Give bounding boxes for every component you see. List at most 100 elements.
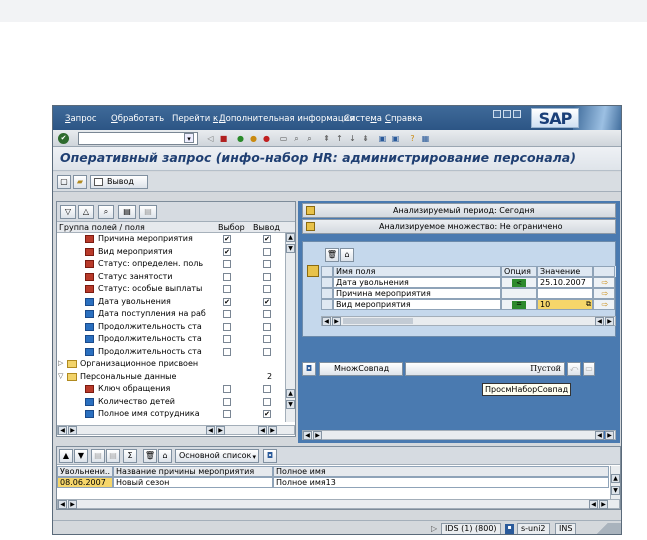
menu-item-system[interactable]: Система xyxy=(344,114,382,124)
next-page-icon[interactable]: ↓ xyxy=(347,133,358,144)
hit-row[interactable]: 08.06.2007 Новый сезон Полное имя13 xyxy=(57,477,609,488)
scroll-left-icon[interactable]: ◀ xyxy=(322,317,331,326)
scroll-right-icon[interactable]: ▶ xyxy=(68,426,77,435)
tree-row[interactable]: Статус занятости xyxy=(57,272,285,283)
row-selector[interactable] xyxy=(321,299,333,310)
select-checkbox[interactable] xyxy=(223,272,231,281)
enter-check-icon[interactable]: ✔ xyxy=(58,133,69,144)
print-icon[interactable]: ▭ xyxy=(278,133,289,144)
collapse-all-icon[interactable]: △ xyxy=(78,205,94,219)
hit-hscroll[interactable]: ◀ ▶ ◀ ▶ xyxy=(57,499,620,509)
save-icon[interactable]: ■ xyxy=(218,133,229,144)
scroll-down-icon[interactable]: ▼ xyxy=(286,244,295,253)
find-icon[interactable]: ⌕ xyxy=(291,133,302,144)
multiple-selection-icon[interactable]: ⇨ xyxy=(593,288,615,299)
match-set-button[interactable]: МножСовпад xyxy=(319,362,403,376)
period-bar[interactable]: Анализируемый период: Сегодня xyxy=(302,203,616,218)
scroll-left-icon[interactable]: ◀ xyxy=(589,500,598,509)
scroll-thumb[interactable] xyxy=(343,318,413,324)
panel-hscroll[interactable]: ◀ ▶ ◀ ▶ xyxy=(302,430,616,440)
nav-back-small-icon[interactable]: ◁ xyxy=(205,133,216,144)
output-checkbox[interactable]: ✔ xyxy=(263,297,271,306)
refresh-icon[interactable]: ◘ xyxy=(263,449,277,463)
tree-row[interactable]: Дата поступления на раб xyxy=(57,309,285,320)
expand-icon[interactable]: ▷ xyxy=(58,359,63,367)
row-selector[interactable] xyxy=(321,288,333,299)
tech-names-icon[interactable]: ▤ xyxy=(118,205,136,219)
scroll-left-icon[interactable]: ◀ xyxy=(58,500,67,509)
scroll-right-icon[interactable]: ▶ xyxy=(605,431,614,440)
maximize-icon[interactable] xyxy=(503,110,511,118)
cell-option[interactable] xyxy=(501,288,537,299)
scroll-right-icon[interactable]: ▶ xyxy=(68,500,77,509)
filter-icon[interactable]: ▼ xyxy=(74,449,88,463)
tree-row[interactable]: Дата увольнения ✔ ✔ xyxy=(57,297,285,308)
cell-value[interactable]: 25.10.2007 xyxy=(537,277,593,288)
scroll-left-icon[interactable]: ◀ xyxy=(303,431,312,440)
output-checkbox[interactable] xyxy=(263,385,271,393)
select-options-icon[interactable]: ⌂ xyxy=(340,248,354,262)
scroll-right-icon[interactable]: ▶ xyxy=(332,317,341,326)
scroll-right-icon[interactable]: ▶ xyxy=(216,426,225,435)
scroll-left-icon[interactable]: ◀ xyxy=(206,426,215,435)
cell-option[interactable]: < xyxy=(501,277,537,288)
output-checkbox[interactable] xyxy=(263,260,271,268)
select-checkbox[interactable] xyxy=(223,335,231,343)
multiple-selection-icon[interactable]: ⇨ xyxy=(593,299,615,310)
scroll-right-icon[interactable]: ▶ xyxy=(599,500,608,509)
select-checkbox[interactable]: ✔ xyxy=(223,247,231,256)
select-checkbox[interactable] xyxy=(223,385,231,393)
output-checkbox[interactable] xyxy=(263,310,271,318)
tree-row[interactable]: Статус: определен. поль xyxy=(57,259,285,270)
new-session-icon[interactable]: ▣ xyxy=(377,133,388,144)
tree-row[interactable]: Количество детей xyxy=(57,397,285,408)
select-checkbox[interactable]: ✔ xyxy=(223,297,231,306)
scroll-up-icon[interactable]: ▲ xyxy=(286,389,295,398)
scroll-left-icon[interactable]: ◀ xyxy=(258,426,267,435)
select-checkbox[interactable] xyxy=(223,410,231,418)
scroll-left-icon[interactable]: ◀ xyxy=(58,426,67,435)
scroll-down-icon[interactable]: ▼ xyxy=(286,400,295,409)
output-button[interactable]: Вывод xyxy=(90,175,148,189)
status-system[interactable]: IDS (1) (800) xyxy=(441,523,501,534)
tree-row[interactable]: Полное имя сотрудника ✔ xyxy=(57,409,285,420)
select-checkbox[interactable]: ✔ xyxy=(223,235,231,243)
tree-row[interactable]: ▷ Организационное присвоен xyxy=(57,359,285,370)
tree-vscroll[interactable]: ▲ ▼ ▲ ▼ xyxy=(285,233,295,422)
tree-row[interactable]: Продолжительность ста xyxy=(57,322,285,333)
new-query-icon[interactable]: ▢ xyxy=(57,175,71,189)
find-tree-icon[interactable]: ⌕ xyxy=(98,205,114,219)
tree-row[interactable]: Продолжительность ста xyxy=(57,347,285,358)
tree-row[interactable]: Продолжительность ста xyxy=(57,334,285,345)
cell-option[interactable]: = xyxy=(501,299,537,310)
sum-icon[interactable]: Σ xyxy=(123,449,137,463)
output-checkbox[interactable]: ✔ xyxy=(263,410,271,418)
output-checkbox[interactable] xyxy=(263,272,271,281)
select-checkbox[interactable] xyxy=(223,260,231,268)
scroll-up-icon[interactable]: ▲ xyxy=(286,233,295,242)
cell-value[interactable] xyxy=(537,288,593,299)
output-checkbox[interactable] xyxy=(263,322,271,331)
output-checkbox[interactable] xyxy=(263,247,271,256)
output-checkbox[interactable] xyxy=(263,285,271,293)
back-icon[interactable]: ● xyxy=(235,133,246,144)
tree-row[interactable]: Причина мероприятия ✔ ✔ xyxy=(57,234,285,245)
minimize-icon[interactable] xyxy=(493,110,501,118)
find-next-icon[interactable]: ⌕ xyxy=(304,133,315,144)
cell-value[interactable]: 10 ⧉ xyxy=(537,299,593,310)
scroll-right-icon[interactable]: ▶ xyxy=(313,431,322,440)
select-checkbox[interactable] xyxy=(223,322,231,331)
scroll-up-icon[interactable]: ▲ xyxy=(611,474,620,483)
export-icon[interactable]: ⌂ xyxy=(158,449,172,463)
prev-page-icon[interactable]: ↑ xyxy=(334,133,345,144)
status-toggle-icon[interactable]: ▷ xyxy=(431,524,437,533)
resize-grip[interactable] xyxy=(583,523,621,534)
command-field[interactable] xyxy=(78,132,198,145)
multiple-selection-icon[interactable]: ⇨ xyxy=(593,277,615,288)
output-checkbox[interactable] xyxy=(263,347,271,356)
scroll-down-icon[interactable]: ▼ xyxy=(611,486,620,495)
select-checkbox[interactable] xyxy=(223,397,231,406)
expand-all-icon[interactable]: ▽ xyxy=(60,205,76,219)
scroll-left-icon[interactable]: ◀ xyxy=(595,317,604,326)
menu-item-help[interactable]: Справка xyxy=(385,114,422,124)
